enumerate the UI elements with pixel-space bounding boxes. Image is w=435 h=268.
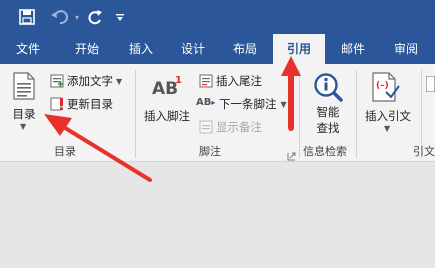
smart-lookup-icon [313,72,343,106]
research-group-label: 信息检索 [303,145,347,158]
add-text-icon [50,74,64,88]
add-text-dropdown-icon: ▼ [116,76,123,86]
insert-endnote-button[interactable]: 插入尾注 [199,72,262,90]
tab-mailings[interactable]: 邮件 [331,34,375,64]
smart-lookup-button[interactable]: 智能 查找 [305,70,351,136]
tab-home[interactable]: 开始 [64,34,110,64]
show-notes-label: 显示备注 [216,120,262,134]
insert-citation-icon: (–) [372,72,400,106]
smart-lookup-label-line2: 查找 [316,121,340,135]
toc-icon [13,72,35,104]
insert-footnote-button[interactable]: AB 1 插入脚注 [140,70,194,130]
insert-citation-dropdown-icon: ▼ [384,124,391,133]
undo-icon[interactable] [49,6,71,28]
tab-file[interactable]: 文件 [6,34,50,64]
insert-citation-label: 插入引文 [365,109,411,123]
toc-group-label: 目录 [54,145,76,158]
customize-qat-icon[interactable] [113,6,127,28]
group-divider [299,70,300,158]
toc-button[interactable]: 目录 ▼ [6,70,42,134]
next-footnote-label: 下一条脚注 [219,97,277,111]
tab-references[interactable]: 引用 [273,34,325,64]
show-notes-icon [199,120,213,134]
add-text-button[interactable]: 添加文字 ▼ [50,72,122,90]
toc-button-label: 目录 [12,107,36,121]
group-divider [135,70,136,158]
insert-footnote-label: 插入脚注 [144,109,190,123]
insert-citation-button[interactable]: (–) 插入引文 ▼ [358,70,418,136]
next-footnote-dropdown-icon: ▼ [280,99,287,109]
undo-dropdown-icon[interactable]: ▾ [72,6,82,28]
footnotes-group-label: 脚注 [199,145,221,158]
save-icon[interactable] [16,6,38,28]
tab-design[interactable]: 设计 [170,34,216,64]
next-footnote-button[interactable]: AB▸ 下一条脚注 ▼ [196,95,287,113]
update-toc-icon [50,97,64,111]
tab-insert[interactable]: 插入 [118,34,164,64]
redo-icon[interactable] [84,6,106,28]
next-footnote-icon: AB▸ [196,97,216,108]
smart-lookup-label-line1: 智能 [316,105,340,119]
svg-text:(–): (–) [376,81,389,91]
ribbon-tab-bar: 文件 开始 插入 设计 布局 引用 邮件 审阅 [0,34,435,64]
update-toc-button[interactable]: 更新目录 [50,95,113,113]
ribbon-panel: 目录 ▼ 添加文字 ▼ 更新目录 目录 AB 1 插入脚注 插入尾注 AB▸ 下… [0,64,435,162]
document-area [0,163,435,268]
update-toc-label: 更新目录 [67,97,113,111]
insert-endnote-label: 插入尾注 [216,74,262,88]
footnote-icon: AB 1 [152,74,182,102]
svg-text:1: 1 [175,75,182,86]
tab-review[interactable]: 审阅 [384,34,428,64]
tab-layout[interactable]: 布局 [222,34,268,64]
add-text-label: 添加文字 [67,74,113,88]
citations-side-icon[interactable] [425,75,435,96]
show-notes-button: 显示备注 [199,118,262,136]
group-divider [356,70,357,158]
citations-group-label: 引文 [413,145,435,158]
title-bar: ▾ [0,0,435,34]
toc-dropdown-icon: ▼ [20,122,27,131]
endnote-icon [199,74,213,88]
